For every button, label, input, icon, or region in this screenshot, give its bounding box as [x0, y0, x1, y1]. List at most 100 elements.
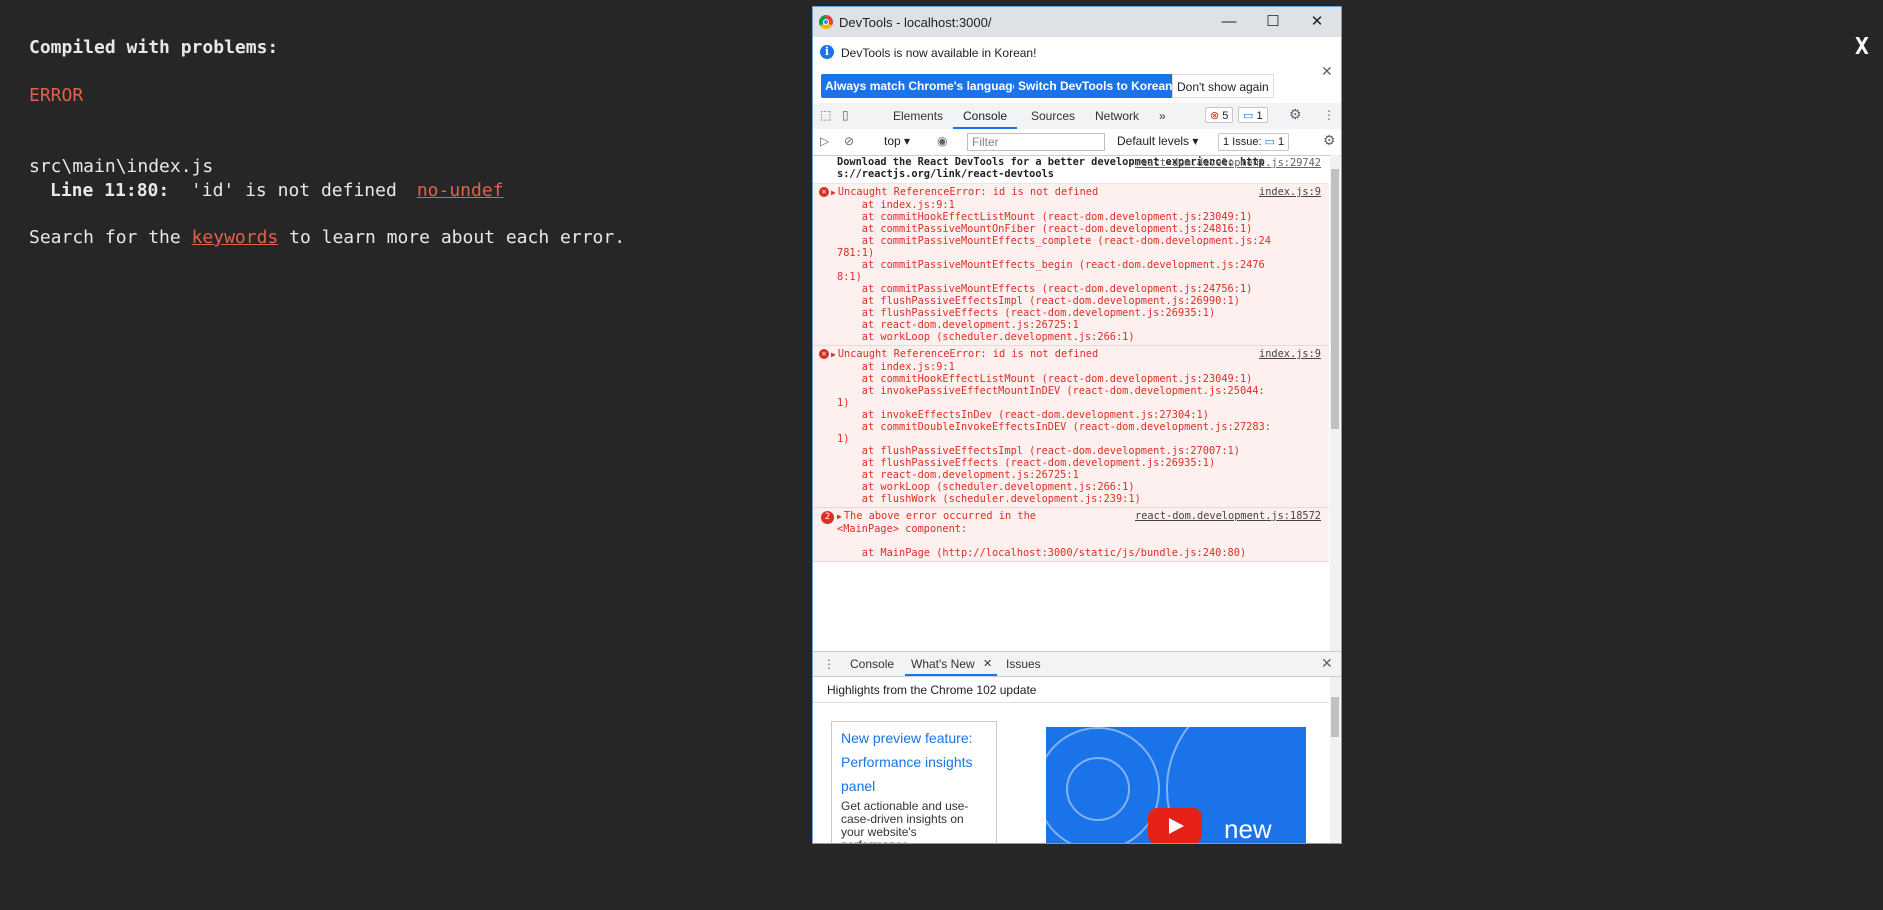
stack-frame: at flushWork (scheduler.development.js:2… — [837, 493, 1141, 505]
feature-link[interactable]: Performance insights — [841, 750, 987, 774]
tab-console[interactable]: Console — [963, 109, 1007, 123]
console-scrollbar[interactable] — [1330, 155, 1340, 651]
more-tabs-icon[interactable]: » — [1159, 109, 1166, 123]
search-hint-pre: Search for the — [29, 227, 192, 248]
stack-frame: at react-dom.development.js:26725:1 — [837, 319, 1079, 331]
stack-frame: at commitPassiveMountEffects_begin (reac… — [837, 259, 1265, 271]
infobar-close-icon[interactable]: ✕ — [1321, 63, 1333, 80]
stack-frame: at index.js:9:1 — [837, 199, 955, 211]
stack-frame: 781:1) — [837, 247, 875, 259]
sidebar-toggle-icon[interactable]: ▷ — [820, 134, 829, 148]
errors-badge[interactable]: ⊗ 5 — [1205, 107, 1234, 123]
repeat-count-badge: 2 — [821, 511, 834, 524]
error-head-text: Uncaught ReferenceError: id is not defin… — [837, 348, 1099, 360]
play-button-icon[interactable] — [1148, 808, 1202, 843]
expand-triangle-icon[interactable]: ▶ — [837, 512, 842, 521]
filter-input[interactable] — [967, 133, 1105, 151]
close-drawer-icon[interactable]: ✕ — [1321, 655, 1333, 672]
console-error-message: ✕ index.js:9 ▶ Uncaught ReferenceError: i… — [813, 184, 1329, 346]
scrollbar-thumb[interactable] — [1331, 169, 1339, 429]
error-line: Line 11:80: 'id' is not defined no-undef — [50, 180, 504, 201]
stack-frame: at invokeEffectsInDev (react-dom.develop… — [837, 409, 1209, 421]
infobar-text: DevTools is now available in Korean! — [841, 46, 1037, 60]
context-selector[interactable]: top ▾ — [884, 134, 910, 148]
tab-elements[interactable]: Elements — [893, 109, 943, 123]
stack-frame: at invokePassiveEffectMountInDEV (react-… — [837, 385, 1265, 397]
language-infobar: i DevTools is now available in Korean! ✕… — [813, 37, 1341, 104]
log-levels-dropdown[interactable]: Default levels ▾ — [1117, 134, 1198, 148]
error-head-continued: <MainPage> component: — [837, 523, 968, 535]
overlay-title: Compiled with problems: — [29, 37, 279, 58]
devtools-titlebar[interactable]: DevTools - localhost:3000/ — ☐ ✕ — [813, 7, 1341, 37]
stack-frame: 1) — [837, 397, 850, 409]
overlay-close-button[interactable]: X — [1855, 34, 1869, 60]
issue-icon: ▭ — [1264, 136, 1275, 148]
issues-count: 1 — [1278, 136, 1285, 148]
source-link[interactable]: index.js:9 — [1259, 186, 1321, 198]
issues-label: 1 Issue: — [1223, 136, 1265, 148]
maximize-button[interactable]: ☐ — [1251, 9, 1295, 35]
stack-frame: at index.js:9:1 — [837, 361, 955, 373]
tab-sources[interactable]: Sources — [1031, 109, 1075, 123]
video-caption: new — [1224, 814, 1272, 844]
stack-frame: at commitDoubleInvokeEffectsInDEV (react… — [837, 421, 1271, 433]
drawer-tab-issues[interactable]: Issues — [1006, 657, 1041, 671]
stack-frame: at commitHookEffectListMount (react-dom.… — [837, 373, 1253, 385]
message-icon: ▭ — [1243, 110, 1254, 122]
feature-link[interactable]: New preview feature: — [841, 726, 987, 750]
search-hint-post: to learn more about each error. — [278, 227, 626, 248]
feature-card[interactable]: New preview feature: Performance insight… — [831, 721, 997, 844]
errors-count: 5 — [1222, 110, 1229, 122]
devtools-window: DevTools - localhost:3000/ — ☐ ✕ i DevTo… — [812, 6, 1342, 844]
close-tab-icon[interactable]: ✕ — [983, 657, 992, 670]
keywords-link[interactable]: keywords — [192, 227, 279, 248]
close-window-button[interactable]: ✕ — [1295, 9, 1339, 35]
whats-new-scrollbar[interactable] — [1330, 677, 1340, 843]
error-line-prefix: Line 11:80: — [50, 180, 170, 201]
switch-korean-button[interactable]: Switch DevTools to Korean — [1014, 74, 1177, 98]
feature-description: Get actionable and use-case-driven insig… — [841, 799, 969, 844]
stack-frame: 1) — [837, 433, 850, 445]
live-expression-eye-icon[interactable]: ◉ — [937, 134, 947, 148]
info-line: s://reactjs.org/link/react-devtools — [837, 168, 1054, 180]
device-toolbar-icon[interactable]: ▯ — [842, 108, 849, 122]
match-language-button[interactable]: Always match Chrome's language — [821, 74, 1024, 98]
error-message: 'id' is not defined — [190, 180, 397, 201]
search-hint: Search for the keywords to learn more ab… — [29, 227, 625, 248]
stack-frame: at flushPassiveEffects (react-dom.develo… — [837, 457, 1216, 469]
settings-gear-icon[interactable]: ⚙ — [1289, 106, 1302, 123]
source-link[interactable]: react-dom.development.js:29742 — [1135, 157, 1321, 169]
console-error-message: ✕ index.js:9 ▶ Uncaught ReferenceError: i… — [813, 346, 1329, 508]
video-thumbnail[interactable]: new — [1046, 727, 1306, 844]
messages-count: 1 — [1256, 110, 1263, 122]
source-link[interactable]: react-dom.development.js:18572 — [1135, 510, 1321, 522]
scrollbar-thumb[interactable] — [1331, 697, 1339, 737]
clear-console-icon[interactable]: ⊘ — [844, 134, 854, 148]
feature-link[interactable]: panel — [841, 774, 987, 798]
error-head[interactable]: ▶ Uncaught ReferenceError: id is not defi… — [813, 348, 1329, 361]
info-icon: i — [820, 45, 834, 59]
console-settings-icon[interactable]: ⚙ — [1323, 132, 1336, 149]
error-head[interactable]: ▶ Uncaught ReferenceError: id is not defi… — [813, 186, 1329, 199]
active-drawer-tab-indicator — [905, 674, 997, 676]
stack-frame: at workLoop (scheduler.development.js:26… — [837, 481, 1135, 493]
console-messages[interactable]: react-dom.development.js:29742 Download … — [813, 155, 1329, 651]
issues-pill[interactable]: 1 Issue: ▭ 1 — [1218, 133, 1290, 151]
inspect-element-icon[interactable]: ⬚ — [820, 108, 831, 122]
drawer-menu-icon[interactable]: ⋮ — [823, 657, 835, 671]
expand-triangle-icon[interactable]: ▶ — [831, 188, 836, 197]
drawer-tab-whats-new[interactable]: What's New — [911, 657, 975, 671]
drawer-tab-console[interactable]: Console — [850, 657, 894, 671]
minimize-button[interactable]: — — [1207, 9, 1251, 35]
dont-show-again-button[interactable]: Don't show again — [1172, 74, 1274, 98]
tab-network[interactable]: Network — [1095, 109, 1139, 123]
messages-badge[interactable]: ▭ 1 — [1238, 107, 1268, 123]
console-error-message: 2 react-dom.development.js:18572 ▶ The ab… — [813, 508, 1329, 562]
expand-triangle-icon[interactable]: ▶ — [831, 350, 836, 359]
stack-frame: at flushPassiveEffectsImpl (react-dom.de… — [837, 445, 1240, 457]
chrome-icon — [819, 15, 833, 29]
rule-link[interactable]: no-undef — [417, 180, 504, 201]
stack-frame: at commitHookEffectListMount (react-dom.… — [837, 211, 1253, 223]
source-link[interactable]: index.js:9 — [1259, 348, 1321, 360]
kebab-menu-icon[interactable]: ⋮ — [1323, 108, 1335, 122]
